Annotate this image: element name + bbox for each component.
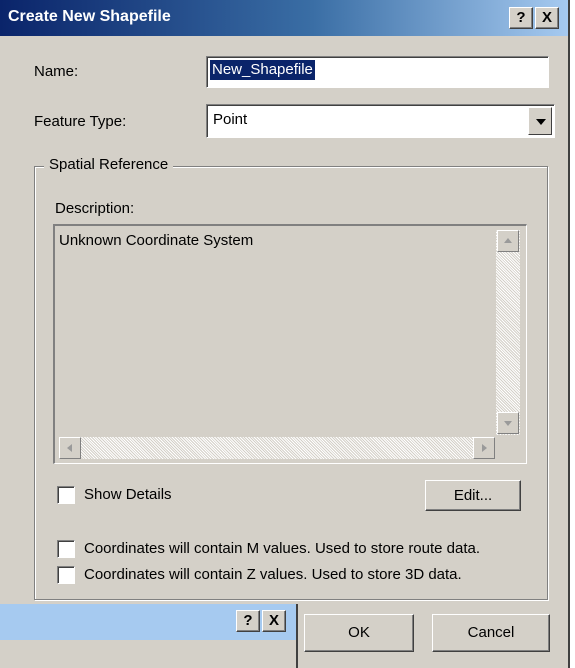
title-bar[interactable]: Create New Shapefile ? X (0, 0, 568, 36)
arrow-down-icon (504, 421, 512, 426)
z-values-checkbox[interactable] (57, 566, 75, 584)
z-values-label: Coordinates will contain Z values. Used … (84, 566, 462, 583)
description-label: Description: (55, 200, 135, 217)
scroll-left-button[interactable] (59, 437, 81, 459)
description-textarea[interactable]: Unknown Coordinate System (53, 224, 527, 464)
edit-button[interactable]: Edit... (425, 480, 521, 511)
background-close-button[interactable]: X (262, 610, 286, 632)
ok-button[interactable]: OK (304, 614, 414, 652)
name-input[interactable]: New_Shapefile (206, 56, 549, 88)
create-new-shapefile-dialog: Create New Shapefile ? X Name: New_Shape… (0, 0, 570, 668)
arrow-right-icon (482, 444, 487, 452)
chevron-down-icon (536, 119, 546, 125)
description-text: Unknown Coordinate System (59, 232, 254, 249)
vertical-scrollbar[interactable] (496, 230, 520, 435)
dropdown-button[interactable] (528, 107, 552, 135)
help-button[interactable]: ? (509, 7, 533, 29)
feature-type-value: Point (213, 111, 248, 128)
background-window-title-bar[interactable]: ? X (0, 604, 296, 640)
spatial-reference-title: Spatial Reference (44, 156, 174, 173)
close-button[interactable]: X (535, 7, 559, 29)
show-details-checkbox[interactable] (57, 486, 75, 504)
background-help-button[interactable]: ? (236, 610, 260, 632)
m-values-checkbox[interactable] (57, 540, 75, 558)
window-title: Create New Shapefile (8, 8, 171, 25)
show-details-label: Show Details (84, 486, 172, 503)
cancel-button[interactable]: Cancel (432, 614, 550, 652)
feature-type-select[interactable]: Point (206, 104, 555, 138)
name-label: Name: (34, 63, 79, 80)
arrow-up-icon (504, 238, 512, 243)
horizontal-scrollbar[interactable] (59, 437, 495, 459)
name-input-value: New_Shapefile (210, 60, 315, 80)
background-window: ? X (0, 604, 298, 668)
scroll-up-button[interactable] (497, 230, 519, 252)
feature-type-label: Feature Type: (34, 113, 127, 130)
arrow-left-icon (67, 444, 72, 452)
scroll-right-button[interactable] (473, 437, 495, 459)
m-values-label: Coordinates will contain M values. Used … (84, 540, 481, 557)
scroll-down-button[interactable] (497, 412, 519, 434)
